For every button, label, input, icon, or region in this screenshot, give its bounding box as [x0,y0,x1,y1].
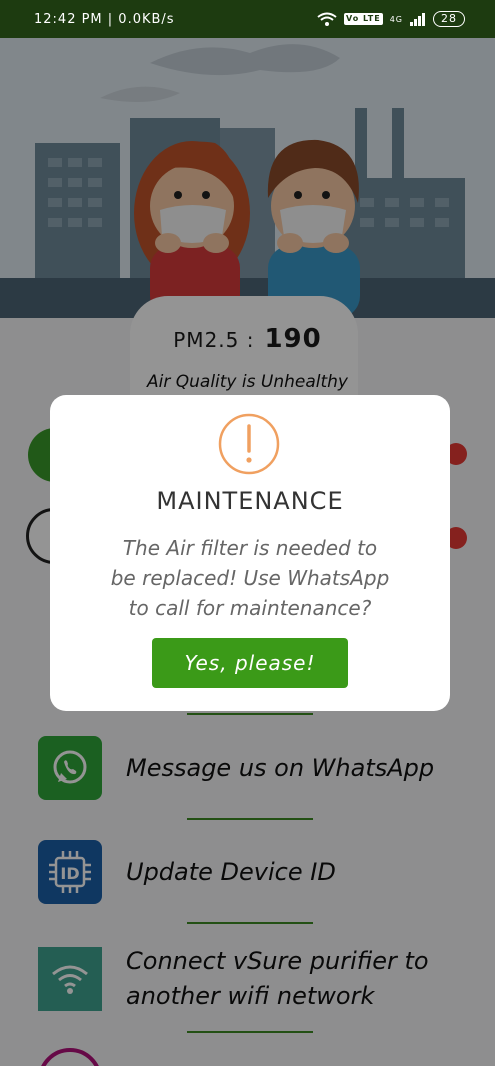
volte-icon: Vo LTE [343,13,383,25]
exclamation-icon [218,413,280,475]
status-time: 12:42 PM | 0.0KB/s [34,11,175,27]
app-screen: 12:42 PM | 0.0KB/s Vo LTE 4G 28 PM2.5: … [0,0,495,1066]
maintenance-dialog: MAINTENANCE The Air filter is needed to … [50,395,450,711]
confirm-button[interactable]: Yes, please! [152,638,348,688]
network-type: 4G [389,14,403,24]
wifi-status-icon [317,12,337,26]
status-bar: 12:42 PM | 0.0KB/s Vo LTE 4G 28 [0,0,495,38]
status-icons: Vo LTE 4G 28 [317,11,465,27]
battery-indicator: 28 [433,11,465,27]
signal-icon [410,12,425,26]
dialog-title: MAINTENANCE [156,487,344,515]
dialog-message: The Air filter is needed to be replaced!… [110,536,390,620]
